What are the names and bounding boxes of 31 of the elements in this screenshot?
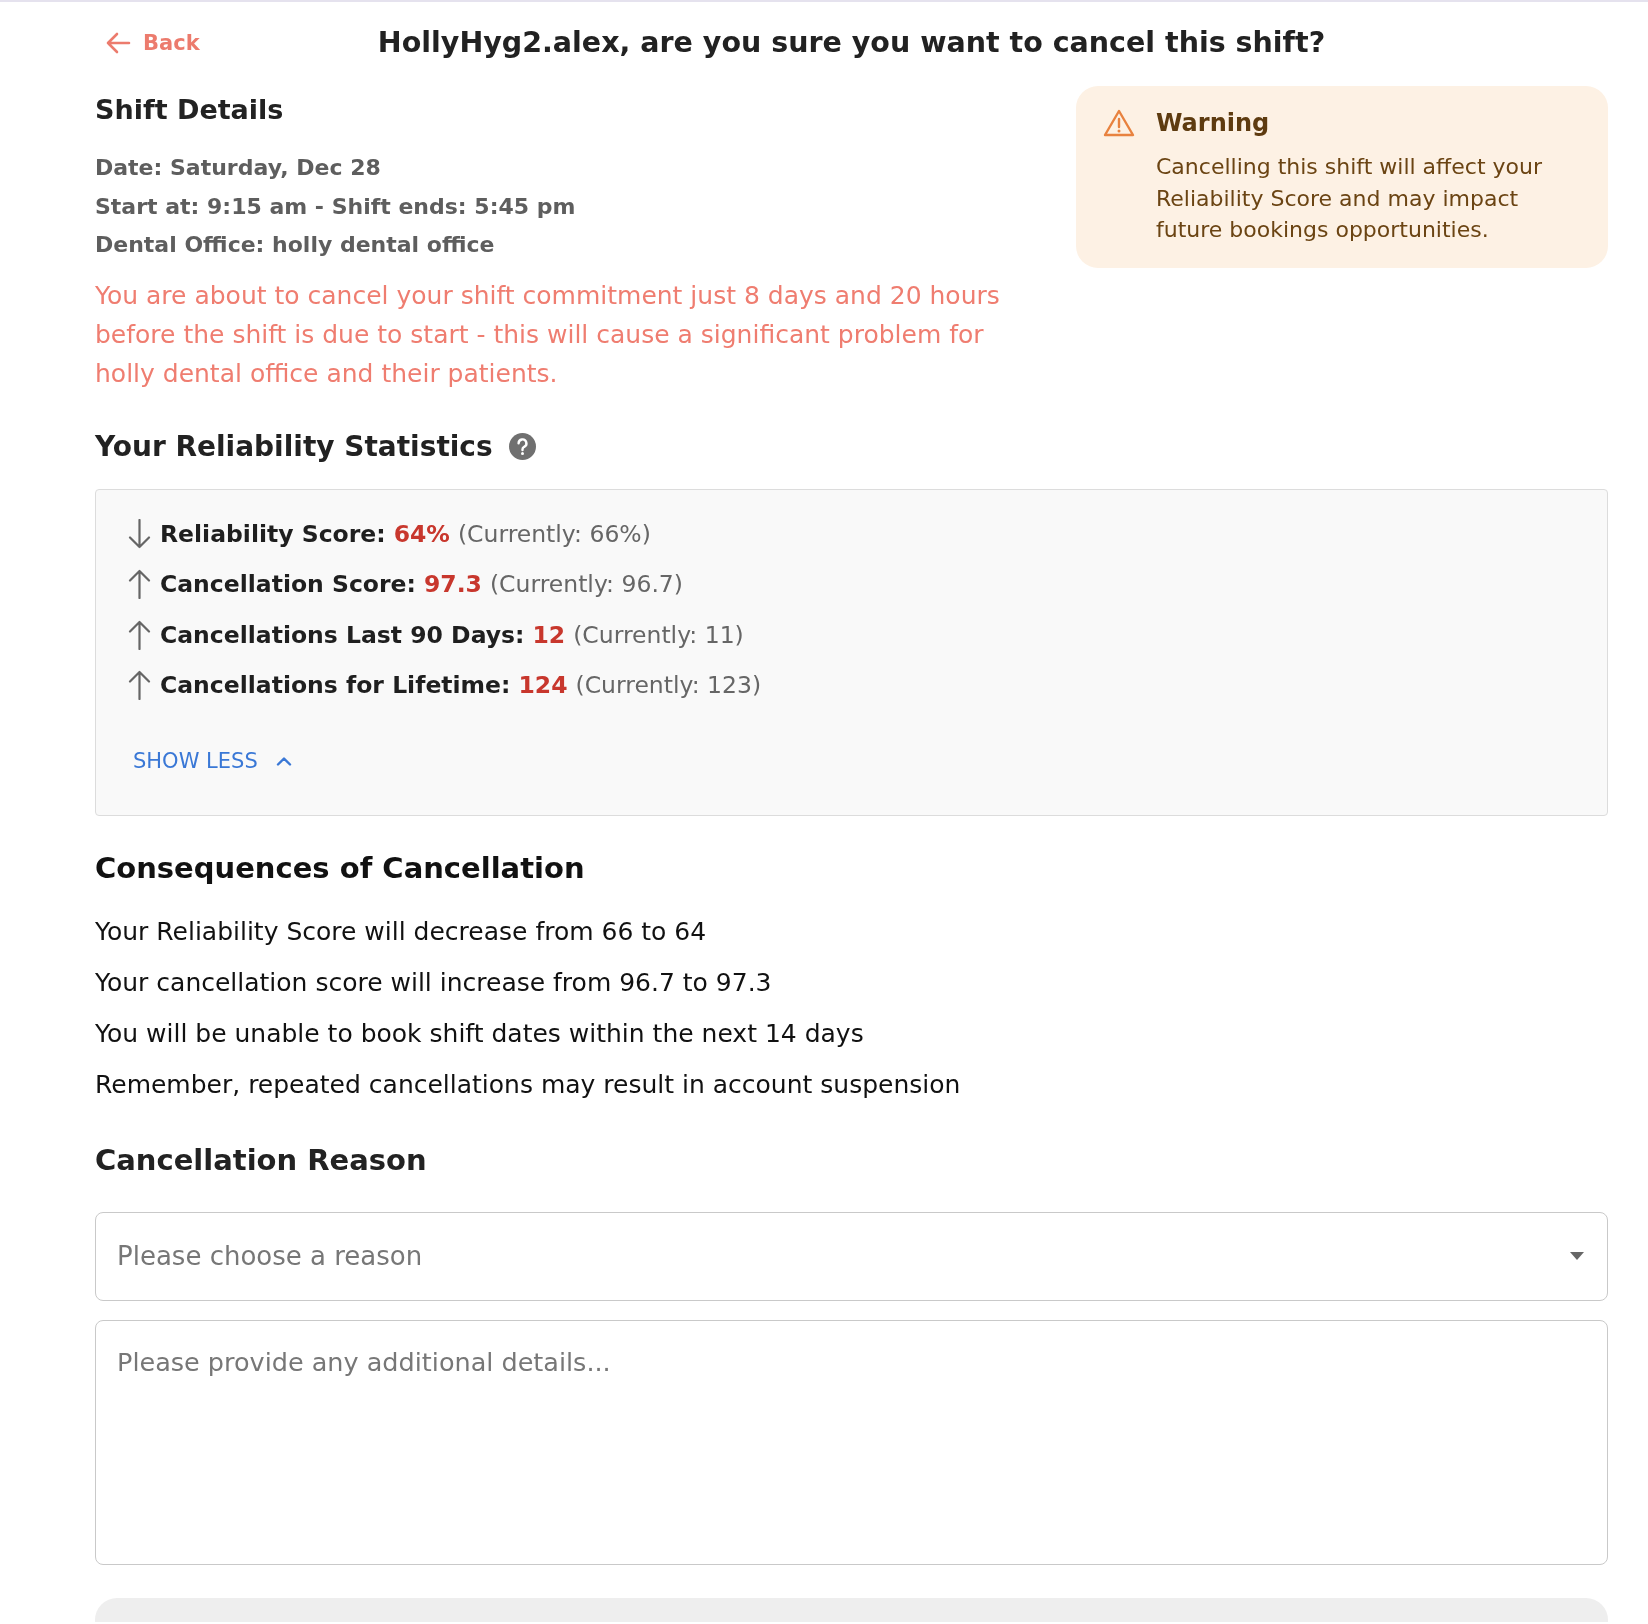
statistic-text: Cancellations for Lifetime: 124 (Currently: 123): [160, 670, 762, 702]
page-title: HollyHyg2.alex, are you sure you want to cancel this shift?: [377, 25, 1326, 61]
section-heading: Cancellation Reason: [95, 1141, 428, 1178]
shift-detail: Start at: 9:15 am - Shift ends: 5:45 pm: [95, 192, 577, 221]
up-arrow-icon: [128, 569, 151, 600]
statistic-text: Cancellations Last 90 Days: 12 (Currently: 11): [160, 619, 744, 651]
consequence-text: You will be unable to book shift dates within the next 14 days: [95, 1017, 865, 1050]
warning-message: Cancelling this shift will affect your Reliability Score and may impact future bookings opportunities.: [1156, 153, 1543, 244]
back-link[interactable]: Back: [105, 29, 200, 57]
cancellation-notice: You are about to cancel your shift commitment just 8 days and 20 hours before the shift is due to start - this will cause a significant problem for holly dental office and their patients.: [95, 279, 1001, 390]
up-arrow-icon: [128, 670, 151, 701]
consequence-text: Remember, repeated cancellations may result in account suspension: [95, 1068, 962, 1101]
back-arrow-icon: [105, 32, 131, 54]
caret-down-icon: [1570, 1252, 1584, 1260]
help-icon[interactable]: [508, 433, 536, 460]
consequence-text: Your cancellation score will increase from 96.7 to 97.3: [95, 966, 773, 999]
section-heading: Consequences of Cancellation: [95, 849, 586, 886]
details-field[interactable]: Please provide any additional details...: [95, 1319, 1608, 1565]
statistic-text: Cancellation Score: 97.3 (Currently: 96.7): [160, 569, 683, 601]
section-heading: Shift Details: [95, 93, 285, 127]
warning-title: Warning: [1156, 108, 1271, 139]
consequence-text: Your Reliability Score will decrease from 66 to 64: [95, 915, 708, 948]
reason-select[interactable]: Please choose a reason: [95, 1211, 1608, 1301]
warning-triangle-icon: [1103, 109, 1135, 137]
statistic-text: Reliability Score: 64% (Currently: 66%): [160, 518, 651, 550]
shift-detail: Dental Office: holly dental office: [95, 231, 496, 259]
down-arrow-icon: [128, 518, 151, 549]
section-heading: Your Reliability Statistics: [95, 429, 493, 464]
show-less-toggle[interactable]: SHOW LESS: [133, 745, 292, 776]
up-arrow-icon: [128, 619, 151, 650]
shift-detail: Date: Saturday, Dec 28: [95, 154, 382, 182]
